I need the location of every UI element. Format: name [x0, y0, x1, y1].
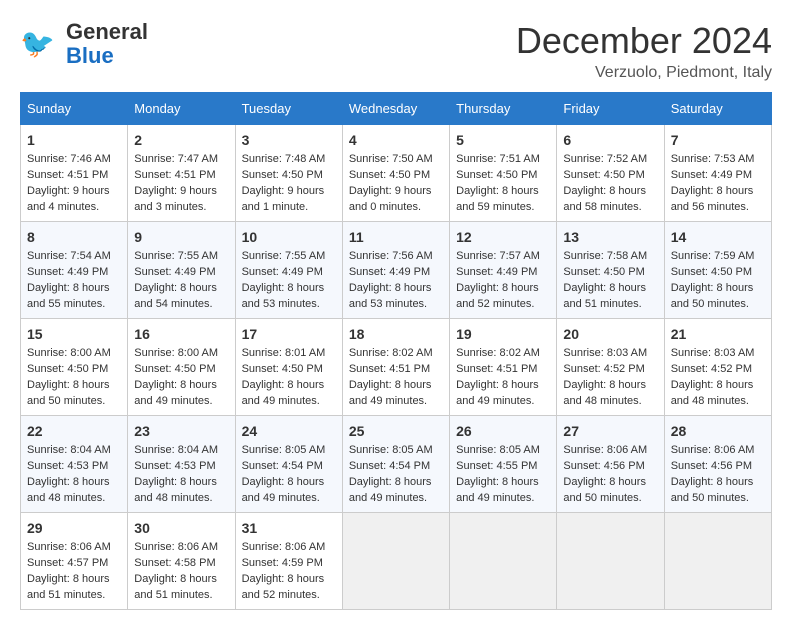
day-number: 22	[27, 421, 121, 441]
weekday-header: Saturday	[664, 93, 771, 125]
logo-icon: 🐦	[20, 21, 62, 68]
day-number: 6	[563, 130, 657, 150]
day-number: 5	[456, 130, 550, 150]
day-number: 20	[563, 324, 657, 344]
day-number: 23	[134, 421, 228, 441]
calendar-cell: 17Sunrise: 8:01 AMSunset: 4:50 PMDayligh…	[235, 319, 342, 416]
weekday-header: Monday	[128, 93, 235, 125]
day-number: 25	[349, 421, 443, 441]
calendar-week-row: 1Sunrise: 7:46 AMSunset: 4:51 PMDaylight…	[21, 125, 772, 222]
calendar-cell: 23Sunrise: 8:04 AMSunset: 4:53 PMDayligh…	[128, 416, 235, 513]
calendar-cell	[664, 513, 771, 610]
calendar-cell: 18Sunrise: 8:02 AMSunset: 4:51 PMDayligh…	[342, 319, 449, 416]
calendar-cell: 8Sunrise: 7:54 AMSunset: 4:49 PMDaylight…	[21, 222, 128, 319]
month-title: December 2024	[516, 20, 772, 62]
calendar-cell	[450, 513, 557, 610]
calendar-cell: 11Sunrise: 7:56 AMSunset: 4:49 PMDayligh…	[342, 222, 449, 319]
calendar-cell: 21Sunrise: 8:03 AMSunset: 4:52 PMDayligh…	[664, 319, 771, 416]
calendar-cell	[342, 513, 449, 610]
calendar-week-row: 29Sunrise: 8:06 AMSunset: 4:57 PMDayligh…	[21, 513, 772, 610]
day-number: 17	[242, 324, 336, 344]
weekday-header: Sunday	[21, 93, 128, 125]
day-number: 31	[242, 518, 336, 538]
calendar-cell: 27Sunrise: 8:06 AMSunset: 4:56 PMDayligh…	[557, 416, 664, 513]
weekday-header: Wednesday	[342, 93, 449, 125]
weekday-header: Thursday	[450, 93, 557, 125]
header: 🐦 General Blue December 2024 Verzuolo, P…	[20, 20, 772, 82]
calendar-cell: 6Sunrise: 7:52 AMSunset: 4:50 PMDaylight…	[557, 125, 664, 222]
calendar-cell: 30Sunrise: 8:06 AMSunset: 4:58 PMDayligh…	[128, 513, 235, 610]
day-number: 29	[27, 518, 121, 538]
calendar-cell: 14Sunrise: 7:59 AMSunset: 4:50 PMDayligh…	[664, 222, 771, 319]
day-number: 14	[671, 227, 765, 247]
day-number: 27	[563, 421, 657, 441]
day-number: 26	[456, 421, 550, 441]
weekday-header: Friday	[557, 93, 664, 125]
day-number: 24	[242, 421, 336, 441]
day-number: 18	[349, 324, 443, 344]
day-number: 7	[671, 130, 765, 150]
logo-blue: Blue	[66, 43, 114, 68]
day-number: 30	[134, 518, 228, 538]
day-number: 10	[242, 227, 336, 247]
day-number: 9	[134, 227, 228, 247]
calendar-cell: 19Sunrise: 8:02 AMSunset: 4:51 PMDayligh…	[450, 319, 557, 416]
day-number: 21	[671, 324, 765, 344]
calendar-cell: 22Sunrise: 8:04 AMSunset: 4:53 PMDayligh…	[21, 416, 128, 513]
calendar-cell: 13Sunrise: 7:58 AMSunset: 4:50 PMDayligh…	[557, 222, 664, 319]
calendar-cell: 26Sunrise: 8:05 AMSunset: 4:55 PMDayligh…	[450, 416, 557, 513]
location: Verzuolo, Piedmont, Italy	[516, 64, 772, 82]
calendar-cell: 25Sunrise: 8:05 AMSunset: 4:54 PMDayligh…	[342, 416, 449, 513]
calendar-cell: 2Sunrise: 7:47 AMSunset: 4:51 PMDaylight…	[128, 125, 235, 222]
day-number: 15	[27, 324, 121, 344]
calendar-week-row: 8Sunrise: 7:54 AMSunset: 4:49 PMDaylight…	[21, 222, 772, 319]
calendar-cell: 1Sunrise: 7:46 AMSunset: 4:51 PMDaylight…	[21, 125, 128, 222]
weekday-header: Tuesday	[235, 93, 342, 125]
calendar-cell: 28Sunrise: 8:06 AMSunset: 4:56 PMDayligh…	[664, 416, 771, 513]
day-number: 2	[134, 130, 228, 150]
calendar-cell: 3Sunrise: 7:48 AMSunset: 4:50 PMDaylight…	[235, 125, 342, 222]
logo: 🐦 General Blue	[20, 20, 148, 68]
day-number: 3	[242, 130, 336, 150]
title-area: December 2024 Verzuolo, Piedmont, Italy	[516, 20, 772, 82]
svg-text:🐦: 🐦	[20, 28, 55, 59]
calendar-cell: 5Sunrise: 7:51 AMSunset: 4:50 PMDaylight…	[450, 125, 557, 222]
calendar-cell: 29Sunrise: 8:06 AMSunset: 4:57 PMDayligh…	[21, 513, 128, 610]
day-number: 16	[134, 324, 228, 344]
calendar: SundayMondayTuesdayWednesdayThursdayFrid…	[20, 92, 772, 610]
calendar-cell: 15Sunrise: 8:00 AMSunset: 4:50 PMDayligh…	[21, 319, 128, 416]
day-number: 28	[671, 421, 765, 441]
day-number: 1	[27, 130, 121, 150]
calendar-cell: 12Sunrise: 7:57 AMSunset: 4:49 PMDayligh…	[450, 222, 557, 319]
calendar-week-row: 15Sunrise: 8:00 AMSunset: 4:50 PMDayligh…	[21, 319, 772, 416]
calendar-cell: 20Sunrise: 8:03 AMSunset: 4:52 PMDayligh…	[557, 319, 664, 416]
day-number: 13	[563, 227, 657, 247]
calendar-cell: 16Sunrise: 8:00 AMSunset: 4:50 PMDayligh…	[128, 319, 235, 416]
logo-general: General	[66, 19, 148, 44]
calendar-week-row: 22Sunrise: 8:04 AMSunset: 4:53 PMDayligh…	[21, 416, 772, 513]
calendar-cell: 9Sunrise: 7:55 AMSunset: 4:49 PMDaylight…	[128, 222, 235, 319]
calendar-cell: 31Sunrise: 8:06 AMSunset: 4:59 PMDayligh…	[235, 513, 342, 610]
calendar-cell: 24Sunrise: 8:05 AMSunset: 4:54 PMDayligh…	[235, 416, 342, 513]
calendar-cell: 7Sunrise: 7:53 AMSunset: 4:49 PMDaylight…	[664, 125, 771, 222]
calendar-header-row: SundayMondayTuesdayWednesdayThursdayFrid…	[21, 93, 772, 125]
day-number: 8	[27, 227, 121, 247]
day-number: 19	[456, 324, 550, 344]
day-number: 4	[349, 130, 443, 150]
calendar-cell: 10Sunrise: 7:55 AMSunset: 4:49 PMDayligh…	[235, 222, 342, 319]
calendar-cell	[557, 513, 664, 610]
day-number: 12	[456, 227, 550, 247]
calendar-cell: 4Sunrise: 7:50 AMSunset: 4:50 PMDaylight…	[342, 125, 449, 222]
day-number: 11	[349, 227, 443, 247]
